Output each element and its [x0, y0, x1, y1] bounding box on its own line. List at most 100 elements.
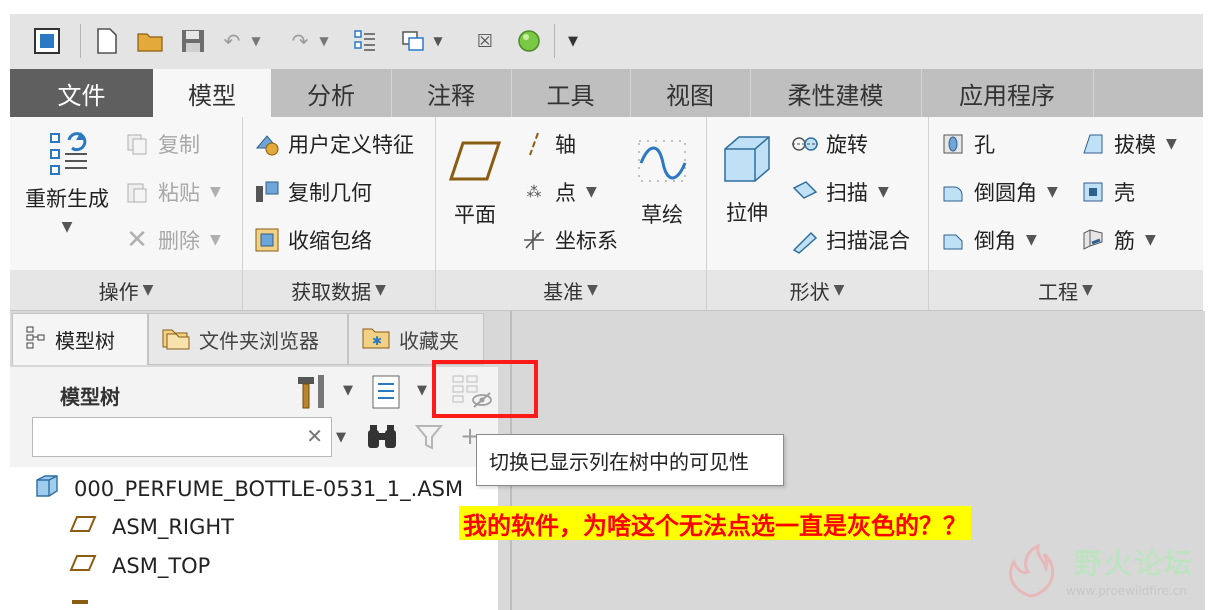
sweep-button[interactable]: 扫描 ▼ — [790, 177, 889, 207]
redo-icon[interactable]: ↷ — [286, 26, 314, 56]
group-label-operations[interactable]: 操作 ▼ — [10, 270, 243, 310]
tab-file[interactable]: 文件 — [10, 69, 154, 117]
shrinkwrap-button[interactable]: 收缩包络 — [252, 225, 372, 255]
show-dropdown-icon[interactable]: ▼ — [417, 383, 427, 398]
round-icon — [938, 177, 968, 207]
tab-view[interactable]: 视图 — [630, 69, 751, 117]
regenerate-button[interactable]: 重新生成 ▼ — [20, 127, 114, 235]
sketch-button[interactable]: 草绘 — [631, 131, 693, 229]
tree-item-asm-right[interactable]: ASM_RIGHT — [68, 513, 234, 540]
app-menu-icon[interactable] — [30, 26, 64, 56]
coord-sys-button[interactable]: x 坐标系 — [519, 225, 618, 255]
user-defined-feature-icon — [252, 129, 282, 159]
shrinkwrap-icon — [252, 225, 282, 255]
swept-blend-button[interactable]: 扫描混合 — [790, 225, 910, 255]
model-tree-header: 模型树 ▼ ▼ ✕ ▼ + — [10, 367, 498, 467]
new-file-icon[interactable] — [92, 26, 122, 56]
point-button[interactable]: ⁂ 点 ▼ — [519, 177, 597, 207]
rib-icon — [1078, 225, 1108, 255]
plane-icon — [445, 131, 505, 191]
tab-flexible-modeling[interactable]: 柔性建模 — [750, 69, 922, 117]
user-defined-feature-label: 用户定义特征 — [288, 133, 414, 157]
delete-button[interactable]: ✕ 删除 ▼ — [122, 225, 221, 255]
group-label-shapes[interactable]: 形状 ▼ — [706, 270, 929, 310]
tab-annotate[interactable]: 注释 — [391, 69, 512, 117]
status-indicator-icon[interactable] — [514, 26, 544, 56]
customize-toolbar-icon[interactable]: ▼ — [562, 26, 584, 56]
tab-model-tree[interactable]: 模型树 — [12, 313, 148, 365]
tab-favorites[interactable]: ✱ 收藏夹 — [348, 313, 484, 365]
copy-label: 复制 — [158, 133, 200, 157]
show-columns-icon[interactable] — [370, 373, 404, 415]
tree-search-input[interactable] — [39, 422, 293, 454]
revolve-icon — [790, 129, 820, 159]
chamfer-icon — [938, 225, 968, 255]
tab-applications[interactable]: 应用程序 — [921, 69, 1094, 117]
tab-analysis[interactable]: 分析 — [271, 69, 392, 117]
copy-button[interactable]: 复制 — [122, 129, 200, 159]
undo-dropdown-icon[interactable]: ▼ — [248, 26, 264, 56]
watermark-url: www.proewildfire.cn — [1066, 584, 1187, 598]
close-window-icon[interactable]: ☒ — [472, 26, 498, 56]
regenerate-small-icon[interactable] — [350, 26, 380, 56]
filter-icon[interactable] — [414, 423, 444, 455]
regenerate-dropdown-icon[interactable]: ▼ — [62, 219, 73, 235]
shell-label: 壳 — [1114, 181, 1135, 205]
clear-search-icon[interactable]: ✕ — [306, 424, 323, 448]
extrude-button[interactable]: 拉伸 — [714, 129, 780, 227]
windows-icon[interactable] — [398, 26, 428, 56]
sweep-dropdown-icon[interactable]: ▼ — [878, 184, 889, 200]
group-datum: 平面 轴 ⁂ 点 ▼ x 坐标系 草绘 — [435, 117, 707, 270]
copy-geometry-button[interactable]: 复制几何 — [252, 177, 372, 207]
save-icon[interactable] — [178, 26, 208, 56]
group-label-get-data[interactable]: 获取数据 ▼ — [242, 270, 436, 310]
tab-folder-browser[interactable]: 文件夹浏览器 — [148, 313, 348, 365]
paste-button[interactable]: 粘贴 ▼ — [122, 177, 221, 207]
rib-button[interactable]: 筋 ▼ — [1078, 225, 1156, 255]
round-dropdown-icon[interactable]: ▼ — [1047, 184, 1058, 200]
revolve-button[interactable]: 旋转 — [790, 129, 868, 159]
chamfer-button[interactable]: 倒角 ▼ — [938, 225, 1037, 255]
tab-tools[interactable]: 工具 — [511, 69, 631, 117]
windows-dropdown-icon[interactable]: ▼ — [430, 26, 446, 56]
svg-text:x: x — [535, 231, 539, 239]
partial-tree-item-icon — [72, 600, 88, 604]
tab-model[interactable]: 模型 — [153, 69, 271, 117]
shell-button[interactable]: 壳 — [1078, 177, 1135, 207]
find-binoculars-icon[interactable] — [365, 422, 399, 456]
shell-icon — [1078, 177, 1108, 207]
draft-button[interactable]: 拔模 ▼ — [1078, 129, 1177, 159]
hole-button[interactable]: 孔 — [938, 129, 995, 159]
chamfer-dropdown-icon[interactable]: ▼ — [1026, 232, 1037, 248]
settings-dropdown-icon[interactable]: ▼ — [343, 383, 353, 398]
rib-dropdown-icon[interactable]: ▼ — [1145, 232, 1156, 248]
tree-search-field[interactable]: ✕ — [32, 417, 332, 457]
draft-dropdown-icon[interactable]: ▼ — [1166, 136, 1177, 152]
search-dropdown-icon[interactable]: ▼ — [336, 430, 346, 445]
annotation-text: 我的软件，为啥这个无法点选一直是灰色的？？ — [459, 506, 971, 540]
tree-item-asm-top[interactable]: ASM_TOP — [68, 552, 210, 579]
axis-button[interactable]: 轴 — [519, 129, 576, 159]
group-get-data: 用户定义特征 复制几何 收缩包络 — [242, 117, 436, 270]
group-label-engineering[interactable]: 工程 ▼ — [928, 270, 1203, 310]
undo-icon[interactable]: ↶ — [218, 26, 246, 56]
copy-icon — [122, 129, 152, 159]
tree-item-assembly[interactable]: 000_PERFUME_BOTTLE-0531_1_.ASM — [34, 474, 463, 503]
group-engineering: 孔 拔模 ▼ 倒圆角 ▼ 壳 倒角 ▼ 筋 ▼ — [928, 117, 1203, 270]
open-folder-icon[interactable] — [134, 26, 168, 56]
plane-button[interactable]: 平面 — [445, 131, 505, 229]
round-button[interactable]: 倒圆角 ▼ — [938, 177, 1058, 207]
paste-dropdown-icon[interactable]: ▼ — [210, 184, 221, 200]
copy-geometry-icon — [252, 177, 282, 207]
tab-model-tree-label: 模型树 — [55, 329, 115, 353]
delete-dropdown-icon[interactable]: ▼ — [210, 232, 221, 248]
datum-plane-icon — [68, 513, 98, 540]
group-label-datum[interactable]: 基准 ▼ — [435, 270, 707, 310]
extrude-label: 拉伸 — [726, 201, 768, 225]
axis-label: 轴 — [555, 133, 576, 157]
user-defined-feature-button[interactable]: 用户定义特征 — [252, 129, 414, 159]
settings-tools-icon[interactable] — [294, 371, 332, 415]
point-dropdown-icon[interactable]: ▼ — [586, 184, 597, 200]
delete-label: 删除 — [158, 229, 200, 253]
redo-dropdown-icon[interactable]: ▼ — [316, 26, 332, 56]
